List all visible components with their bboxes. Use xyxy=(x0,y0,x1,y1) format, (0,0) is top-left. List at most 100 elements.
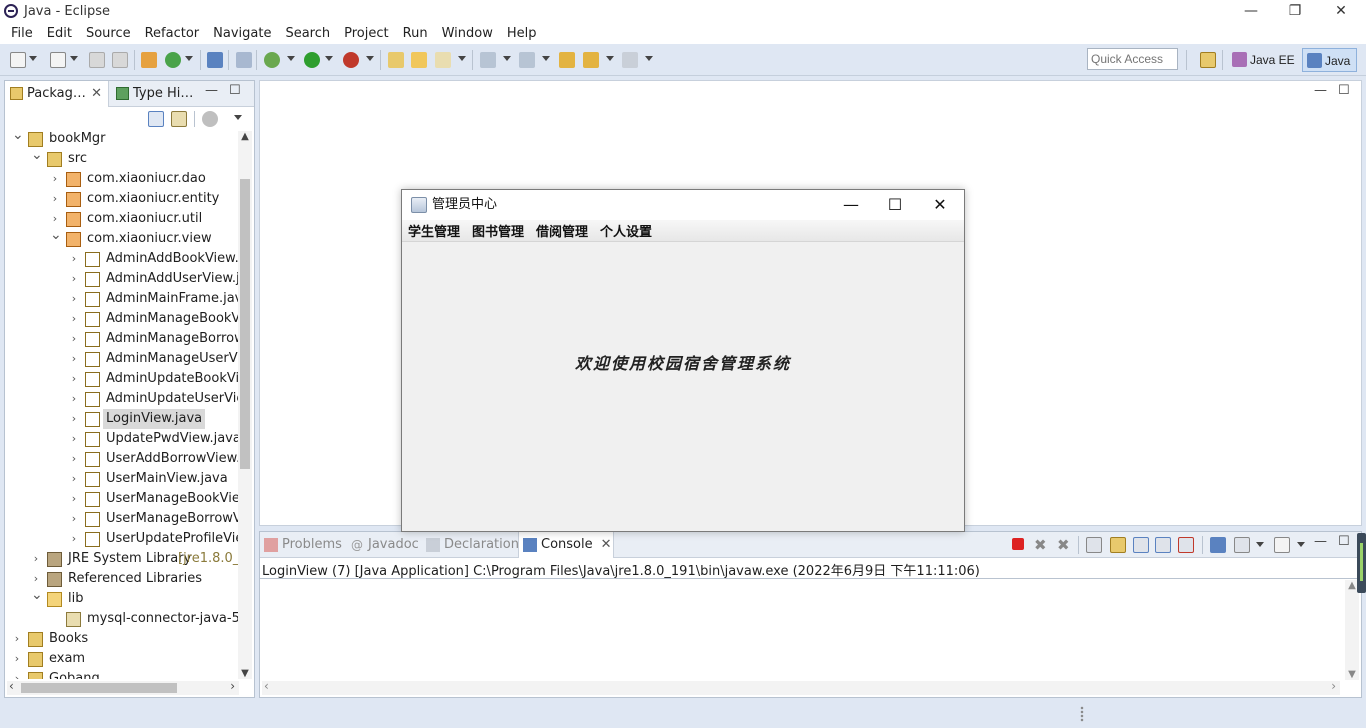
menu-book-management[interactable]: 图书管理 xyxy=(466,221,530,240)
tree-item[interactable]: › UserManageBorrowVi xyxy=(5,509,238,529)
quick-access-input[interactable] xyxy=(1087,48,1178,70)
scroll-thumb-horizontal[interactable] xyxy=(21,683,177,693)
admin-window-maximize-button[interactable]: ☐ xyxy=(873,190,917,220)
prev-annotation-icon[interactable] xyxy=(519,52,535,68)
editor-minimize-icon[interactable]: — xyxy=(1314,83,1327,98)
expand-arrow-icon[interactable]: › xyxy=(12,669,22,679)
next-annotation-dropdown-icon[interactable] xyxy=(503,56,511,61)
close-button[interactable]: ✕ xyxy=(1318,0,1364,22)
refresh-dropdown-icon[interactable] xyxy=(185,56,193,61)
collapse-arrow-icon[interactable]: ⌄ xyxy=(12,129,24,145)
console-minimize-icon[interactable]: — xyxy=(1314,534,1327,549)
forward-icon[interactable] xyxy=(622,52,638,68)
status-bar-grip[interactable] xyxy=(1080,706,1084,722)
save-all-icon[interactable] xyxy=(112,52,128,68)
new-java-dropdown-icon[interactable] xyxy=(70,56,78,61)
console-horizontal-scrollbar[interactable]: ‹ › xyxy=(262,679,1340,695)
coverage-icon[interactable] xyxy=(343,52,359,68)
tab-console[interactable]: Console ✕ xyxy=(518,532,614,558)
tree-item[interactable]: › AdminUpdateBookVie xyxy=(5,369,238,389)
scroll-down-icon[interactable]: ▼ xyxy=(238,668,252,679)
menu-student-management[interactable]: 学生管理 xyxy=(402,221,466,240)
tree-item[interactable]: › Gobang xyxy=(5,669,238,679)
expand-arrow-icon[interactable]: › xyxy=(69,449,79,469)
display-console-icon[interactable] xyxy=(1234,537,1250,553)
console-scroll-left-icon[interactable]: ‹ xyxy=(264,679,269,693)
expand-arrow-icon[interactable]: › xyxy=(69,429,79,449)
console-maximize-icon[interactable]: ☐ xyxy=(1338,534,1350,549)
tree-item[interactable]: › UserManageBookView xyxy=(5,489,238,509)
expand-arrow-icon[interactable]: › xyxy=(69,249,79,269)
collapse-arrow-icon[interactable]: ⌄ xyxy=(31,585,43,605)
save-icon[interactable] xyxy=(89,52,105,68)
console-vertical-scrollbar[interactable]: ▲ ▼ xyxy=(1345,580,1359,680)
open-perspective-icon[interactable] xyxy=(1200,52,1216,68)
close-tab-icon[interactable]: ✕ xyxy=(91,81,102,107)
menu-run[interactable]: Run xyxy=(396,26,435,41)
menu-window[interactable]: Window xyxy=(435,26,500,41)
close-console-icon[interactable]: ✕ xyxy=(601,537,612,552)
scroll-left-icon[interactable]: ‹ xyxy=(9,679,14,693)
next-annotation-icon[interactable] xyxy=(480,52,496,68)
menu-help[interactable]: Help xyxy=(500,26,544,41)
back-dropdown-icon[interactable] xyxy=(606,56,614,61)
scroll-lock-icon[interactable] xyxy=(1110,537,1126,553)
tree-item[interactable]: › exam xyxy=(5,649,238,669)
tree-item[interactable]: › JRE System Library [jre1.8.0_ xyxy=(5,549,238,569)
editor-maximize-icon[interactable]: ☐ xyxy=(1338,83,1350,98)
last-edit-icon[interactable] xyxy=(559,52,575,68)
expand-arrow-icon[interactable]: › xyxy=(69,349,79,369)
tree-item[interactable]: › LoginView.java xyxy=(5,409,238,429)
tree-item[interactable]: ⌄ lib xyxy=(5,587,238,609)
expand-arrow-icon[interactable]: › xyxy=(69,309,79,329)
expand-arrow-icon[interactable]: › xyxy=(69,289,79,309)
scroll-right-icon[interactable]: › xyxy=(230,679,235,693)
perspective-java-ee[interactable]: Java EE xyxy=(1228,48,1301,72)
remove-all-launches-icon[interactable]: ✖ xyxy=(1057,537,1073,553)
expand-arrow-icon[interactable]: › xyxy=(69,389,79,409)
expand-arrow-icon[interactable]: › xyxy=(69,409,79,429)
tab-package-explorer[interactable]: Packag… ✕ xyxy=(5,81,109,107)
tree-item[interactable]: ⌄ src xyxy=(5,147,238,169)
expand-arrow-icon[interactable]: › xyxy=(50,169,60,189)
tree-item[interactable]: › com.xiaoniucr.entity xyxy=(5,189,238,209)
tree-horizontal-scrollbar[interactable]: ‹ › xyxy=(7,679,239,695)
remove-launch-icon[interactable]: ✖ xyxy=(1034,537,1050,553)
clear-console-icon[interactable] xyxy=(1086,537,1102,553)
run-dropdown-icon[interactable] xyxy=(325,56,333,61)
skip-breakpoints-icon[interactable] xyxy=(236,52,252,68)
collapse-arrow-icon[interactable]: ⌄ xyxy=(31,145,43,165)
restore-button[interactable]: ❐ xyxy=(1272,0,1318,22)
open-folder-icon[interactable] xyxy=(411,52,427,68)
menu-borrow-management[interactable]: 借阅管理 xyxy=(530,221,594,240)
expand-arrow-icon[interactable]: › xyxy=(69,329,79,349)
pin-console-icon[interactable] xyxy=(1210,537,1226,553)
tree-item[interactable]: › com.xiaoniucr.dao xyxy=(5,169,238,189)
filters-icon[interactable] xyxy=(202,111,218,127)
tree-item[interactable]: › AdminManageBookVie xyxy=(5,309,238,329)
menu-refactor[interactable]: Refactor xyxy=(138,26,207,41)
open-console-dropdown-icon[interactable] xyxy=(1297,542,1305,547)
menu-edit[interactable]: Edit xyxy=(40,26,79,41)
tab-problems[interactable]: Problems xyxy=(260,532,346,558)
terminate-icon[interactable] xyxy=(1012,538,1024,550)
coverage-dropdown-icon[interactable] xyxy=(366,56,374,61)
new-dropdown-icon[interactable] xyxy=(29,56,37,61)
tab-type-hierarchy[interactable]: Type Hi… xyxy=(111,81,197,107)
expand-arrow-icon[interactable]: › xyxy=(69,489,79,509)
show-on-output-icon[interactable] xyxy=(1155,537,1171,553)
tree-item[interactable]: › AdminManageBorrow xyxy=(5,329,238,349)
tree-item[interactable]: › AdminMainFrame.java xyxy=(5,289,238,309)
expand-arrow-icon[interactable]: › xyxy=(50,189,60,209)
new-icon[interactable] xyxy=(10,52,26,68)
menu-source[interactable]: Source xyxy=(79,26,138,41)
menu-project[interactable]: Project xyxy=(337,26,395,41)
tree-item[interactable]: › Books xyxy=(5,629,238,649)
expand-arrow-icon[interactable]: › xyxy=(12,629,22,649)
prev-annotation-dropdown-icon[interactable] xyxy=(542,56,550,61)
maximize-view-icon[interactable]: ☐ xyxy=(229,83,241,98)
open-console-icon[interactable] xyxy=(1274,537,1290,553)
tree-item[interactable]: ⌄ com.xiaoniucr.view xyxy=(5,227,238,249)
tree-item[interactable]: › UserUpdateProfileView xyxy=(5,529,238,549)
minimize-button[interactable]: — xyxy=(1228,0,1274,22)
